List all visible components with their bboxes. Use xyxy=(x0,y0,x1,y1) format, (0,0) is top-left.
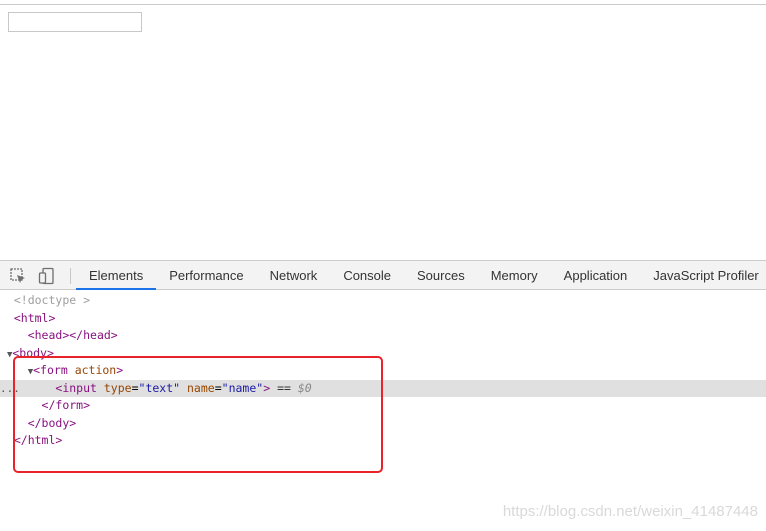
text-input[interactable] xyxy=(8,12,142,32)
head-tag: <head></head> xyxy=(27,328,118,342)
tab-sources[interactable]: Sources xyxy=(404,261,478,289)
inspect-element-icon[interactable] xyxy=(9,267,27,285)
tab-javascript-profiler[interactable]: JavaScript Profiler xyxy=(640,261,766,289)
device-toolbar-icon[interactable] xyxy=(38,267,56,285)
doctype-text: <!doctype > xyxy=(13,293,91,307)
dom-node-head[interactable]: <head></head> xyxy=(0,327,766,344)
toolbar-separator xyxy=(70,268,71,284)
tab-application[interactable]: Application xyxy=(551,261,641,289)
html-open-tag: <html> xyxy=(13,311,56,325)
tab-network[interactable]: Network xyxy=(257,261,331,289)
tab-elements[interactable]: Elements xyxy=(76,261,157,290)
dom-node-html[interactable]: <html> xyxy=(0,310,766,327)
devtools-toolbar: Elements Performance Network Console Sou… xyxy=(0,260,766,290)
dom-node-doctype[interactable]: <!doctype > xyxy=(0,292,766,309)
viewport-top-border xyxy=(0,4,766,5)
red-highlight-box xyxy=(13,356,383,473)
devtools-tabs: Elements Performance Network Console Sou… xyxy=(76,261,766,291)
tab-console[interactable]: Console xyxy=(330,261,404,289)
tab-performance[interactable]: Performance xyxy=(156,261,256,289)
tab-memory[interactable]: Memory xyxy=(478,261,551,289)
watermark: https://blog.csdn.net/weixin_41487448 xyxy=(502,503,758,520)
